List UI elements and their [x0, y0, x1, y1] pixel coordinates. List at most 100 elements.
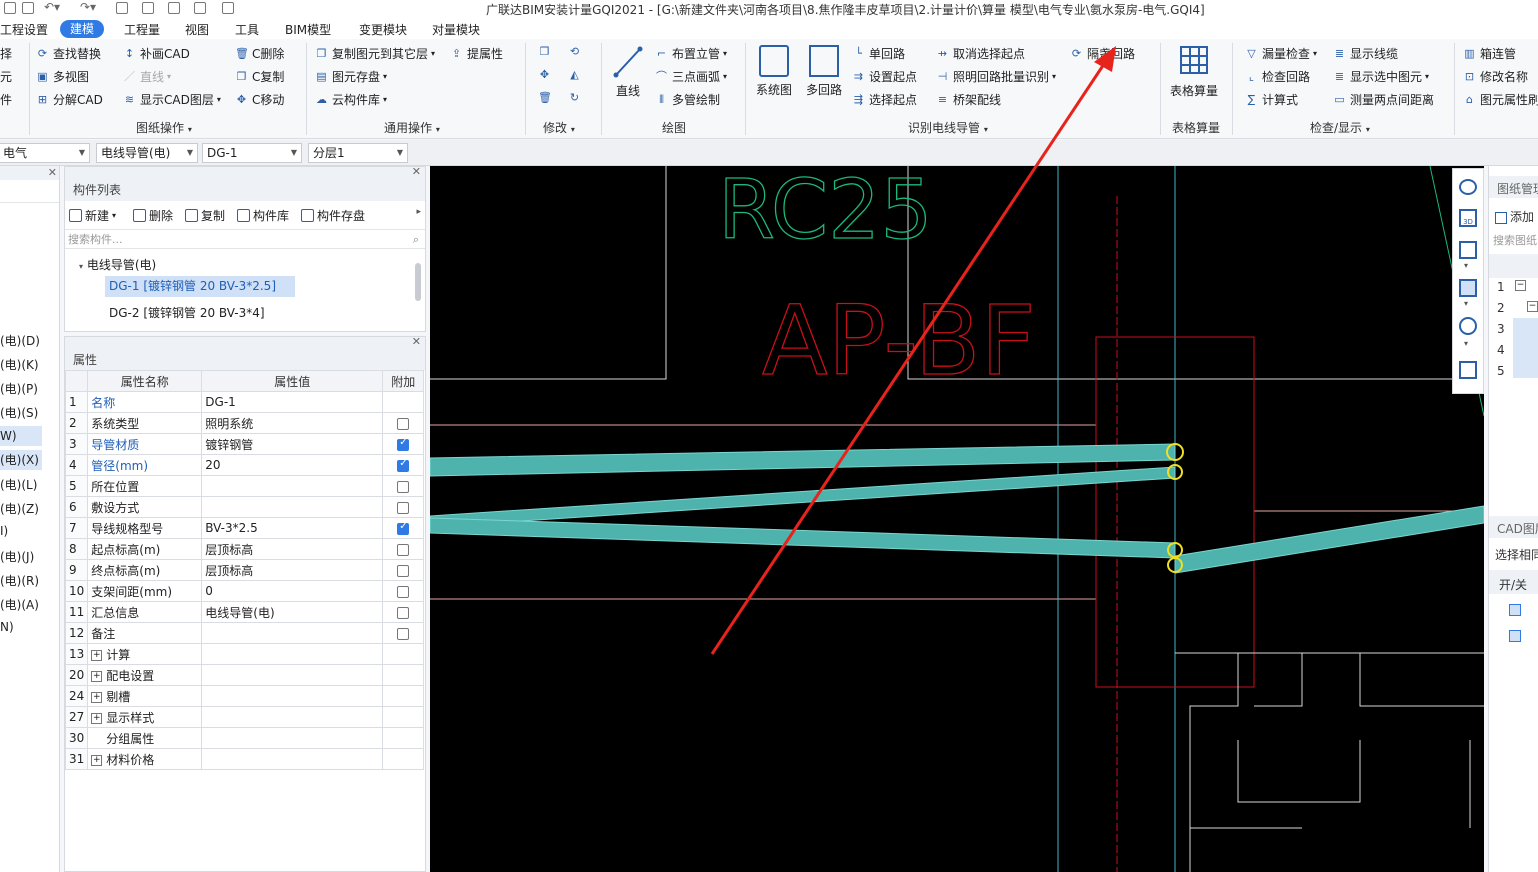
- c-copy-button[interactable]: ❐ C复制: [235, 68, 285, 85]
- component-item[interactable]: DG-2 [镀锌钢管 20 BV-3*4]: [109, 304, 265, 321]
- property-value[interactable]: [201, 685, 384, 707]
- menu-bim-model[interactable]: BIM模型: [285, 21, 331, 38]
- copy-to-floor-button[interactable]: ❐ 复制图元到其它层 ▾: [315, 45, 435, 62]
- show-cad-layer-button[interactable]: ≋ 显示CAD图层 ▾: [123, 91, 221, 108]
- tree-root[interactable]: ▾ 电线导管(电): [79, 256, 156, 273]
- report-icon[interactable]: [168, 2, 180, 14]
- nav-item[interactable]: N): [0, 620, 14, 634]
- leak-check-button[interactable]: ▽ 漏量检查 ▾: [1245, 45, 1317, 62]
- property-row[interactable]: 30 分组属性: [64, 727, 425, 749]
- property-value[interactable]: 电线导管(电): [201, 601, 384, 623]
- c-move-button[interactable]: ✥ C移动: [235, 91, 285, 108]
- property-row[interactable]: 1 名称 DG-1: [64, 391, 425, 413]
- collapse-icon[interactable]: −: [1515, 280, 1526, 291]
- group-label-check[interactable]: 检查/显示 ▾: [1310, 119, 1370, 136]
- expand-icon[interactable]: +: [91, 691, 103, 703]
- property-value[interactable]: [201, 475, 384, 497]
- ribbon-partial-2[interactable]: 元: [0, 68, 12, 85]
- ribbon-partial-3[interactable]: 件: [0, 91, 12, 108]
- cad-drawing-canvas[interactable]: RC25 AP-BF: [430, 166, 1484, 872]
- property-row[interactable]: 24 + 剔槽: [64, 685, 425, 707]
- multi-pipe-button[interactable]: ⫴ 多管绘制: [655, 91, 720, 108]
- layer-select[interactable]: 分层1 ▼: [308, 143, 408, 163]
- extra-checkbox[interactable]: [397, 627, 410, 640]
- vertical-pipe-button[interactable]: ⌐ 布置立管 ▾: [655, 45, 727, 62]
- extra-checkbox[interactable]: [397, 501, 410, 514]
- component-search-input[interactable]: 搜索构件... ⌕: [65, 229, 425, 249]
- table-calc-button[interactable]: 表格算量: [1170, 45, 1218, 99]
- supplement-cad-button[interactable]: ↕ 补画CAD: [123, 45, 190, 62]
- property-value[interactable]: [201, 643, 384, 665]
- select-same-layer-button[interactable]: 选择相同: [1495, 546, 1538, 563]
- draw-straight-button[interactable]: 直线: [612, 45, 644, 99]
- scrollbar-thumb[interactable]: [415, 263, 421, 301]
- conduit-dg1[interactable]: [430, 466, 1176, 528]
- measure-button[interactable]: ▭ 测量两点间距离: [1333, 91, 1434, 108]
- menu-view[interactable]: 视图: [185, 21, 209, 38]
- property-row[interactable]: 6 敷设方式: [64, 496, 425, 518]
- nav-item[interactable]: (电)(S): [0, 404, 38, 421]
- group-label-identify[interactable]: 识别电线导管 ▾: [908, 119, 988, 136]
- formula-button[interactable]: ∑ 计算式: [1245, 91, 1298, 108]
- redo-icon[interactable]: ↷▾: [80, 0, 96, 14]
- cross-floor-loop-button[interactable]: ⟳ 隔盏回路: [1070, 45, 1135, 62]
- discipline-select[interactable]: 电气 ▼: [0, 143, 90, 163]
- nav-item[interactable]: (电)(R): [0, 572, 39, 589]
- rename-button[interactable]: ⊡ 修改名称: [1463, 68, 1528, 85]
- property-row[interactable]: 20 + 配电设置: [64, 664, 425, 686]
- expand-icon[interactable]: +: [91, 670, 103, 682]
- rotate-view-icon[interactable]: [1459, 317, 1477, 335]
- property-row[interactable]: 5 所在位置: [64, 475, 425, 497]
- property-row[interactable]: 7 导线规格型号 BV-3*2.5: [64, 517, 425, 539]
- new-component-button[interactable]: 新建 ▾: [69, 207, 116, 224]
- box-connect-button[interactable]: ▥ 箱连管: [1463, 45, 1516, 62]
- nav-item-current[interactable]: (电)(X): [0, 450, 42, 470]
- property-row[interactable]: 9 终点标高(m) 层顶标高: [64, 559, 425, 581]
- extract-attr-button[interactable]: ⇪ 提属性: [450, 45, 503, 62]
- property-value[interactable]: [201, 727, 384, 749]
- extra-checkbox[interactable]: [397, 585, 410, 598]
- view-icon[interactable]: [194, 2, 206, 14]
- cube-view-icon[interactable]: [1459, 241, 1477, 259]
- component-library-button[interactable]: 构件库: [237, 207, 289, 224]
- group-label-modify[interactable]: 修改 ▾: [543, 119, 575, 136]
- menu-compare-module[interactable]: 对量模块: [432, 21, 480, 38]
- property-row[interactable]: 31 + 材料价格: [64, 748, 425, 770]
- group-label-drawing-ops[interactable]: 图纸操作 ▾: [136, 119, 192, 136]
- cad-drawing[interactable]: RC25 AP-BF: [430, 166, 1484, 872]
- expand-icon[interactable]: +: [91, 712, 103, 724]
- show-selected-button[interactable]: ≣ 显示选中图元 ▾: [1333, 68, 1429, 85]
- system-diagram-button[interactable]: 系统图: [756, 45, 792, 98]
- property-value[interactable]: 0: [201, 580, 384, 602]
- ribbon-partial-1[interactable]: 择: [0, 45, 12, 62]
- drawing-search-input[interactable]: 搜索图纸: [1493, 232, 1537, 248]
- menu-quantities[interactable]: 工程量: [124, 21, 160, 38]
- expand-icon[interactable]: +: [91, 649, 103, 661]
- three-point-arc-button[interactable]: ⌒ 三点画弧 ▾: [655, 68, 727, 85]
- property-row[interactable]: 8 起点标高(m) 层顶标高: [64, 538, 425, 560]
- property-value[interactable]: [201, 664, 384, 686]
- extra-checkbox[interactable]: [397, 458, 410, 472]
- property-value[interactable]: 层顶标高: [201, 538, 384, 560]
- extra-checkbox[interactable]: [397, 521, 410, 535]
- chevron-down-icon[interactable]: ▾: [1464, 339, 1468, 348]
- modify-move-button[interactable]: ✥: [538, 68, 555, 81]
- element-attr-brush-button[interactable]: ⌂ 图元属性刷: [1463, 91, 1538, 108]
- property-row[interactable]: 27 + 显示样式: [64, 706, 425, 728]
- extra-checkbox[interactable]: [397, 437, 410, 451]
- show-line-button[interactable]: ≣ 显示线缆: [1333, 45, 1398, 62]
- close-icon[interactable]: ✕: [412, 165, 421, 178]
- extra-checkbox[interactable]: [397, 417, 410, 430]
- undo-icon[interactable]: ↶▾: [44, 0, 60, 14]
- extra-checkbox[interactable]: [397, 480, 410, 493]
- chevron-down-icon[interactable]: ▾: [1464, 299, 1468, 308]
- nav-item[interactable]: (电)(L): [0, 476, 37, 493]
- lighting-batch-button[interactable]: ⊣ 照明回路批量识别 ▾: [936, 68, 1056, 85]
- menu-project-settings[interactable]: 工程设置: [0, 21, 48, 38]
- property-value[interactable]: [201, 748, 384, 770]
- chevron-down-icon[interactable]: ▾: [1464, 261, 1468, 270]
- orbit-icon[interactable]: [1459, 179, 1477, 195]
- app-icon[interactable]: [4, 2, 16, 14]
- set-start-button[interactable]: ⇉ 设置起点: [852, 68, 917, 85]
- menu-tools[interactable]: 工具: [235, 21, 259, 38]
